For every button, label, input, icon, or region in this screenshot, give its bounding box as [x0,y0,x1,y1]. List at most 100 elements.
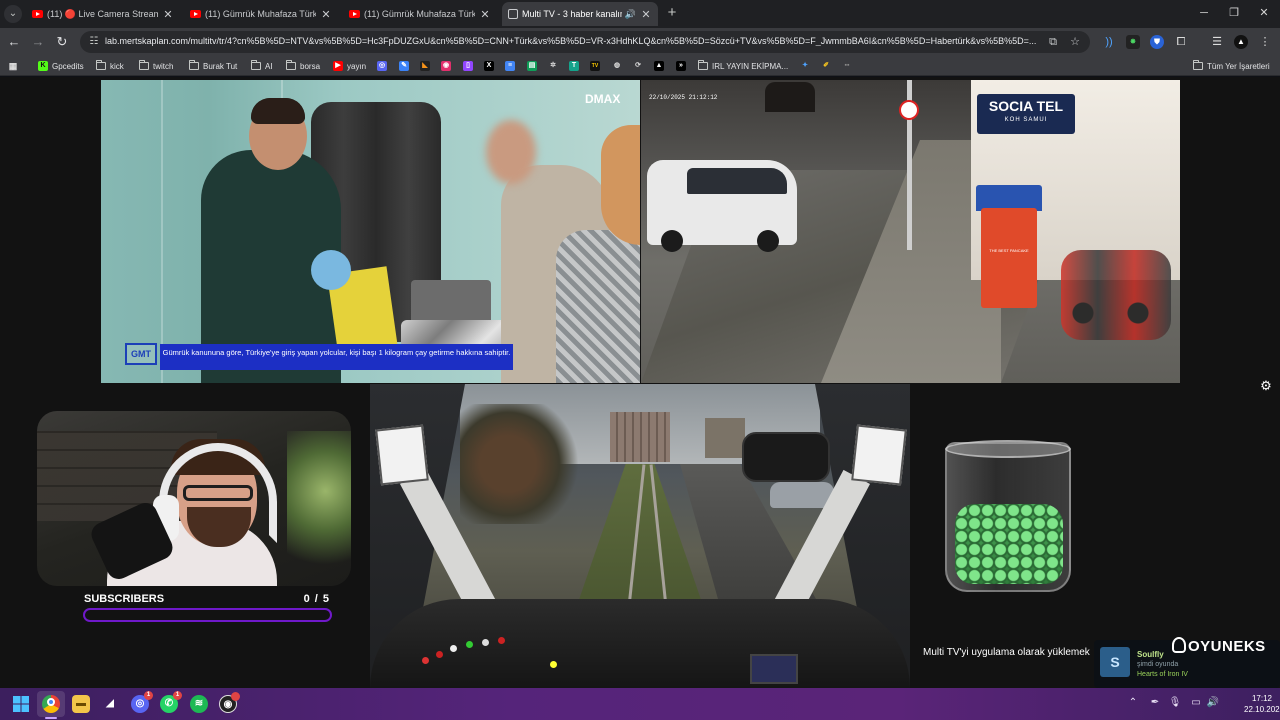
folder-icon [189,60,199,70]
extensions-puzzle-icon[interactable]: ⧠ [1174,35,1188,49]
twitch-icon[interactable]: ▯ [463,61,473,71]
tab-title: (11) Gümrük Muhafaza Türkiye [364,9,475,19]
pencil-icon[interactable]: ✐ [821,61,831,71]
openai-icon[interactable]: ✲ [548,61,558,71]
bookmark-borsa[interactable]: borsa [286,59,320,73]
site-info-icon[interactable]: ☷ [87,35,101,49]
app-record-icon[interactable]: ◉ [219,692,240,713]
microphone-icon[interactable]: 🎙 [1168,697,1182,708]
back-arrow-icon[interactable]: ← [5,33,23,51]
tab-title: (11) 🔴 Live Camera Stream | B [47,8,158,19]
bookmark-twitch[interactable]: twitch [139,59,173,73]
terminal-icon[interactable]: » [676,61,686,71]
bookmark-kick[interactable]: kick [96,59,124,73]
clock-time: 17:12 [1251,694,1273,703]
url-text[interactable]: lab.mertskaplan.com/multitv/tr/4?cn%5B%5… [105,36,1040,46]
close-icon[interactable]: ✕ [640,8,652,21]
apps-grid-icon[interactable]: ▦ [8,61,18,71]
link-icon[interactable]: ⟳ [633,61,643,71]
subscribers-label: SUBSCRIBERS [84,593,165,605]
triangle-icon[interactable]: ▲ [654,61,664,71]
tt-icon[interactable]: T [569,61,579,71]
discord-bookmark-icon[interactable]: ◎ [377,61,387,71]
video-street-cam[interactable]: SOCIA TEL KOH SAMUI THE BEST PANCAKE 22/1… [641,80,1180,383]
steam-icon[interactable]: ◢ [101,695,119,713]
reload-icon[interactable]: ↻ [53,33,71,51]
notification-badge: 1 [173,691,182,700]
tab-title: (11) Gümrük Muhafaza Türkiye [205,9,316,19]
notification-badge: 1 [144,691,153,700]
profile-avatar[interactable]: ▲ [1234,35,1248,49]
bookmark-label: Burak Tut [203,61,238,71]
globe-icon[interactable]: ◍ [612,61,622,71]
bookmark-burak-tut[interactable]: Burak Tut [189,59,237,73]
tray-pen-icon[interactable]: ✒ [1148,697,1162,708]
sheets-icon[interactable]: ▤ [527,61,537,71]
settings-gear-icon[interactable]: ⚙ [1259,379,1273,393]
video-customs[interactable]: DMAX GMT Gümrük kanununa göre, Türkiye'y… [101,80,640,383]
whatsapp-icon[interactable]: ✆ 1 [160,691,182,713]
speaker-icon[interactable]: 🔊 [625,9,636,20]
bookmark-ai[interactable]: AI [251,59,273,73]
all-bookmarks[interactable]: Tüm Yer İşaretleri [1193,59,1270,73]
gemini-icon[interactable]: ✦ [800,61,810,71]
tool-bookmark-icon[interactable]: ✎ [399,61,409,71]
restore-button[interactable]: ❐ [1222,4,1246,22]
subscribers-count: 0 / 5 [303,593,330,605]
window-close-button[interactable]: ✕ [1252,4,1276,22]
instagram-icon[interactable]: ◉ [441,61,451,71]
camera-timestamp: 22/10/2025 21:12:12 [649,94,718,101]
chrome-icon[interactable] [42,695,60,713]
tab-gumruk-2[interactable]: (11) Gümrük Muhafaza Türkiye ✕ [343,2,497,26]
reading-list-icon[interactable]: ☰ [1210,35,1224,49]
exchange-bookmark-icon[interactable]: ◣ [420,61,430,71]
new-tab-button[interactable]: + [664,5,680,21]
x-icon[interactable]: X [484,61,494,71]
tab-search-icon[interactable]: ⌄ [4,5,22,23]
more-bookmarks-icon[interactable]: ▪▪ [842,61,852,71]
address-bar[interactable]: ☷ lab.mertskaplan.com/multitv/tr/4?cn%5B… [80,31,1090,53]
youtube-icon: ▶ [333,61,343,71]
youtube-icon [190,10,201,18]
forward-arrow-icon[interactable]: → [29,33,47,51]
extension-bug-icon[interactable]: ✸ [1126,35,1140,49]
bookmark-gpcedits[interactable]: K Gpcedits [38,59,84,73]
install-app-prompt[interactable]: Multi TV'yi uygulama olarak yüklemek [923,647,1090,658]
docs-icon[interactable]: ≡ [505,61,515,71]
bookmark-yayin[interactable]: ▶ yayın [333,59,366,73]
close-icon[interactable]: ✕ [479,8,491,21]
tv-icon[interactable]: TV [590,61,600,71]
friend-status: şimdi oyunda [1137,661,1179,668]
system-clock[interactable]: 17:12 22.10.2025 [1244,693,1280,715]
bookmark-irl-yayin[interactable]: IRL YAYIN EKİPMA... [698,59,788,73]
tab-multi-tv[interactable]: Multi TV - 3 haber kanalını 🔊 ✕ [502,2,658,26]
volume-icon[interactable]: 🔊 [1206,697,1220,708]
network-icon[interactable]: ▭ [1189,697,1203,708]
folder-icon [698,60,708,70]
file-explorer-icon[interactable]: ▬ [72,695,90,713]
install-app-icon[interactable]: ⧉ [1046,35,1060,49]
menu-kebab-icon[interactable]: ⋮ [1258,35,1272,49]
extension-shield-icon[interactable]: ⛊ [1150,35,1164,49]
discord-icon[interactable]: ◎ 1 [131,691,153,713]
tab-gumruk-1[interactable]: (11) Gümrük Muhafaza Türkiye ✕ [184,2,338,26]
clock-date: 22.10.2025 [1244,705,1280,714]
bookmark-label: borsa [300,61,321,71]
bookmark-star-icon[interactable]: ☆ [1068,35,1082,49]
tab-live-camera[interactable]: (11) 🔴 Live Camera Stream | B ✕ [26,2,180,26]
video-tram-cab[interactable] [370,384,910,688]
extension-audio-icon[interactable]: )) [1102,35,1116,49]
youtube-icon [32,10,43,18]
bookmark-label: Gpcedits [52,61,84,71]
minimize-button[interactable]: ─ [1192,4,1216,22]
subscribers-progress-bar [83,608,332,622]
close-icon[interactable]: ✕ [162,8,174,21]
close-icon[interactable]: ✕ [320,8,332,21]
tray-chevron-icon[interactable]: ⌃ [1126,697,1140,708]
spotify-icon[interactable]: ≋ [190,695,208,713]
folder-icon [139,60,149,70]
page-icon [508,9,518,19]
bookmark-label: Tüm Yer İşaretleri [1207,61,1270,71]
kick-icon: K [38,61,48,71]
windows-start-icon[interactable] [12,695,30,713]
